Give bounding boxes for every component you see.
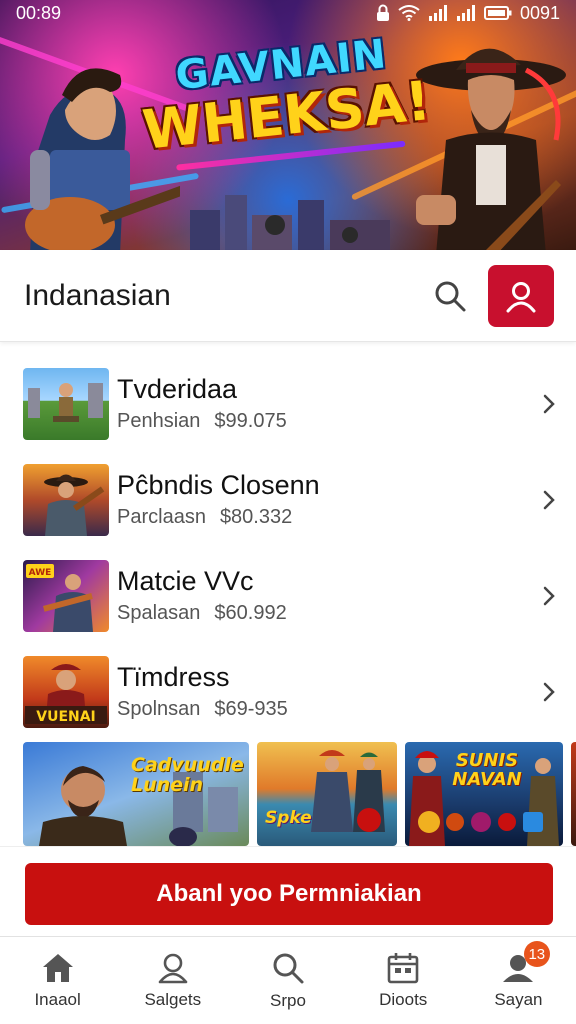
nav-label: Srpo (270, 990, 306, 1010)
list-item[interactable]: Pĉbndis Closenn Parclaasn $80.332 (0, 452, 576, 548)
user-icon (158, 953, 188, 983)
list-item[interactable]: VUENAI Tїmdress Spolnsan $69-935 (0, 644, 576, 740)
nav-item-home[interactable]: Inaaol (0, 937, 115, 1024)
game-thumbnail: AWE (23, 560, 109, 632)
calendar-icon (387, 952, 419, 983)
carousel-card[interactable] (571, 742, 576, 846)
search-icon (273, 953, 304, 983)
item-subtitle: Spalasan (117, 602, 201, 625)
nav-label: Dioots (379, 989, 428, 1009)
nav-item-search[interactable]: Srpo (230, 937, 345, 1024)
notification-badge: 13 (523, 941, 550, 967)
item-title: Tvderidaa (117, 373, 238, 404)
list-item[interactable]: AWE Matcie VVc Spalasan $60.992 (0, 548, 576, 644)
nav-label: Sayan (494, 989, 543, 1009)
status-time: 00:89 (16, 2, 62, 23)
search-icon (435, 281, 466, 311)
bottom-navigation: Inaaol Salgets Srpo Dioots 13 Sayan (0, 936, 576, 1024)
carousel-card-title: SUNIS NAVAN (452, 750, 522, 790)
page-title: Indanasian (24, 278, 171, 312)
city-skyline-illustration (190, 195, 390, 250)
user-icon (506, 281, 536, 312)
item-title: Pĉbndis Closenn (117, 469, 320, 500)
carousel-card-title: Cadvuudle Lunein (131, 754, 244, 796)
cta-area: Abanl yoo Permniakian (0, 846, 576, 936)
nav-label: Inaaol (34, 989, 81, 1009)
primary-cta-button[interactable]: Abanl yoo Permniakian (25, 863, 553, 925)
search-button[interactable] (428, 274, 472, 318)
carousel-card[interactable]: Spke (257, 742, 397, 846)
signal-icon (428, 5, 447, 21)
item-subtitle: Spolnsan (117, 698, 201, 721)
chevron-right-icon (543, 394, 555, 414)
wifi-icon (398, 5, 420, 21)
app-screen: GAVNAIN WHEKSA! 00:89 0091 Indanasian Tv… (0, 0, 576, 1024)
battery-icon (483, 6, 512, 20)
game-thumbnail (23, 464, 109, 536)
signal-icon-2 (456, 5, 475, 21)
chevron-right-icon (543, 682, 555, 702)
game-thumbnail: VUENAI (23, 656, 109, 728)
item-price: $69-935 (214, 698, 288, 721)
game-list: Tvderidaa Penhsian $99.075 Pĉbndis Closen… (0, 356, 576, 740)
home-icon (42, 953, 73, 982)
nav-item-profile[interactable]: 13 Sayan (461, 937, 576, 1024)
item-title: Matcie VVc (117, 565, 254, 596)
chevron-right-icon (543, 586, 555, 606)
battery-level: 0091 (519, 2, 560, 23)
item-subtitle: Penhsian (117, 410, 201, 433)
carousel-card[interactable]: Cadvuudle Lunein (23, 742, 249, 846)
item-title: Tїmdress (117, 661, 230, 692)
lock-icon (376, 4, 389, 21)
item-subtitle: Parclaasn (117, 506, 206, 529)
nav-label: Salgets (144, 989, 202, 1009)
carousel-card[interactable]: SUNIS NAVAN (405, 742, 563, 846)
item-price: $60.992 (214, 602, 287, 625)
game-thumbnail (23, 368, 109, 440)
status-bar: 00:89 0091 (0, 0, 576, 26)
nav-item-calendar[interactable]: Dioots (346, 937, 461, 1024)
section-header: Indanasian (0, 250, 576, 342)
hero-banner[interactable]: GAVNAIN WHEKSA! (0, 0, 576, 250)
nav-item-users[interactable]: Salgets (115, 937, 230, 1024)
account-button[interactable] (488, 264, 554, 327)
item-price: $80.332 (219, 506, 293, 529)
thumbnail-badge-text: AWE (29, 568, 52, 578)
item-price: $99.075 (214, 410, 287, 433)
featured-carousel[interactable]: Cadvuudle Lunein Spke SUNIS NAVAN (23, 742, 576, 846)
chevron-right-icon (543, 490, 555, 510)
carousel-card-title: Spke (265, 808, 312, 828)
thumbnail-badge-text: VUENAI (36, 709, 96, 725)
list-item[interactable]: Tvderidaa Penhsian $99.075 (0, 356, 576, 452)
